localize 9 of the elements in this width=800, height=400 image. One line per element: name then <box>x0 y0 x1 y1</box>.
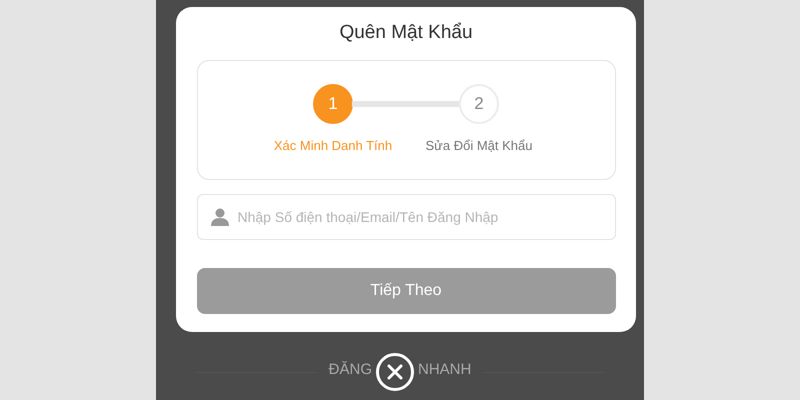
step-label: Sửa Đổi Mật Khẩu <box>426 136 532 155</box>
user-icon <box>210 208 228 226</box>
dialog-title: Quên Mật Khẩu <box>339 21 473 45</box>
step-label: Xác Minh Danh Tính <box>274 136 392 155</box>
quick-login-heading: NHANH <box>418 360 472 380</box>
close-button[interactable] <box>376 353 414 391</box>
account-input-field[interactable]: Nhập Số điện thoại/Email/Tên Đăng Nhập <box>196 194 616 240</box>
quick-login-heading: ĐĂNG <box>328 360 372 380</box>
close-icon <box>387 364 403 380</box>
